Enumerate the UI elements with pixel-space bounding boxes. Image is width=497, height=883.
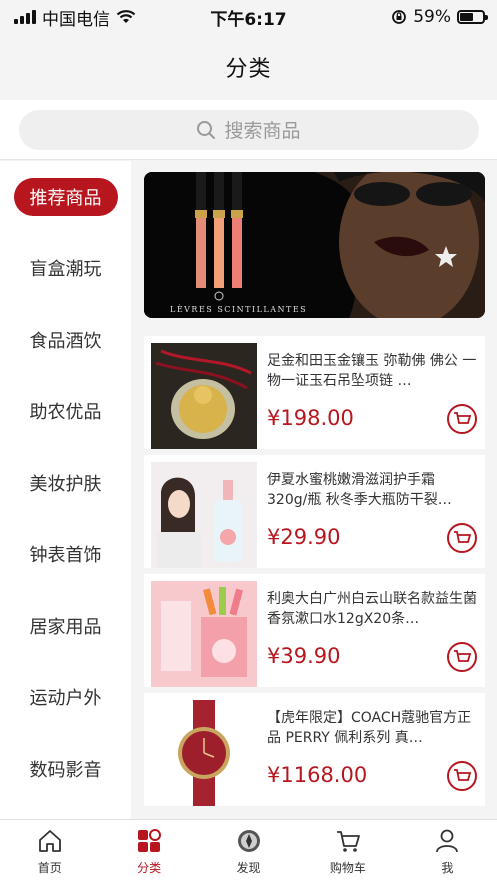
orientation-lock-icon (392, 10, 407, 24)
tab-bar: 首页 分类 发现 购物车 我 (0, 819, 497, 883)
status-time: 下午6:17 (210, 9, 287, 30)
tab-cart[interactable]: 购物车 (298, 820, 397, 883)
sidebar-item-beauty[interactable]: 美妆护肤 (0, 447, 131, 519)
tab-label: 我 (441, 860, 454, 875)
product-image (151, 700, 257, 806)
tab-label: 发现 (236, 860, 261, 875)
tab-label: 购物车 (329, 860, 366, 875)
search-bar: 搜索商品 (0, 100, 497, 160)
sidebar-item-label: 居家用品 (29, 616, 102, 638)
product-price: ¥29.90 (267, 525, 341, 549)
sidebar-item-label: 钟表首饰 (29, 545, 102, 567)
tab-label: 首页 (37, 860, 62, 875)
page-title: 分类 (225, 57, 272, 82)
sidebar-item-recommended[interactable]: 推荐商品 (0, 161, 131, 233)
status-left: 中国电信 (14, 5, 136, 30)
tab-me[interactable]: 我 (398, 820, 497, 883)
product-card[interactable]: 【虎年限定】COACH蔻驰官方正品 PERRY 佩利系列 真… ¥1168.00 (144, 693, 485, 806)
product-image (151, 462, 257, 568)
sidebar-item-label: 美妆护肤 (29, 473, 102, 495)
battery-icon (457, 10, 488, 24)
battery-percent: 59% (413, 7, 451, 27)
product-card[interactable]: 利奥大白广州白云山联名款益生菌香氛漱口水12gX20条… ¥39.90 (144, 574, 485, 687)
signal-icon (14, 10, 36, 24)
sidebar-item-sports[interactable]: 运动户外 (0, 662, 131, 734)
sidebar-item-label: 助农优品 (29, 402, 102, 424)
product-image (151, 343, 257, 449)
cart-icon (454, 650, 471, 662)
product-info: 利奥大白广州白云山联名款益生菌香氛漱口水12gX20条… ¥39.90 (257, 581, 477, 680)
product-price: ¥1168.00 (267, 763, 368, 787)
tab-category[interactable]: 分类 (99, 820, 198, 883)
cart-icon (454, 531, 471, 543)
nav-bar: 分类 (0, 34, 497, 100)
category-sidebar: 推荐商品 盲盒潮玩 食品酒饮 助农优品 美妆护肤 钟表首饰 居家用品 运动户外 … (0, 161, 131, 819)
add-to-cart-button[interactable] (447, 642, 477, 672)
product-name: 足金和田玉金镶玉 弥勒佛 佛公 一物一证玉石吊坠项链 … (267, 353, 477, 389)
tab-discover[interactable]: 发现 (199, 820, 298, 883)
product-card[interactable]: 足金和田玉金镶玉 弥勒佛 佛公 一物一证玉石吊坠项链 … ¥198.00 (144, 336, 485, 449)
product-price: ¥198.00 (267, 406, 354, 430)
product-info: 【虎年限定】COACH蔻驰官方正品 PERRY 佩利系列 真… ¥1168.00 (257, 700, 477, 799)
product-card[interactable]: 伊夏水蜜桃嫩滑滋润护手霜 320g/瓶 秋冬季大瓶防干裂… ¥29.90 (144, 455, 485, 568)
promo-banner[interactable]: LÈVRES SCINTILLANTES (144, 172, 485, 318)
carrier-label: 中国电信 (42, 9, 110, 30)
sidebar-item-home[interactable]: 居家用品 (0, 590, 131, 662)
product-name: 利奥大白广州白云山联名款益生菌香氛漱口水12gX20条… (267, 591, 477, 627)
sidebar-item-blind-box[interactable]: 盲盒潮玩 (0, 233, 131, 305)
search-input[interactable]: 搜索商品 (18, 109, 479, 150)
add-to-cart-button[interactable] (447, 523, 477, 553)
sidebar-item-label: 运动户外 (29, 688, 102, 710)
sidebar-item-label: 推荐商品 (13, 177, 118, 216)
category-icon (138, 828, 162, 852)
cart-icon (454, 769, 471, 781)
search-icon (197, 120, 216, 139)
sidebar-item-label: 食品酒饮 (29, 330, 102, 352)
status-right: 59% (391, 7, 488, 27)
add-to-cart-button[interactable] (447, 404, 477, 434)
home-icon (38, 829, 61, 852)
banner-image (144, 172, 485, 318)
tab-label: 分类 (137, 860, 162, 875)
product-image (151, 581, 257, 687)
cart-icon (336, 830, 360, 852)
product-price: ¥39.90 (267, 644, 341, 668)
sidebar-item-agriculture[interactable]: 助农优品 (0, 376, 131, 448)
wifi-icon (116, 10, 136, 23)
tab-home[interactable]: 首页 (0, 820, 99, 883)
add-to-cart-button[interactable] (447, 761, 477, 791)
cart-icon (454, 412, 471, 424)
sidebar-item-watches-jewelry[interactable]: 钟表首饰 (0, 519, 131, 591)
sidebar-item-label: 盲盒潮玩 (29, 259, 102, 281)
sidebar-item-label: 数码影音 (29, 759, 102, 781)
sidebar-item-food-drinks[interactable]: 食品酒饮 (0, 304, 131, 376)
product-info: 伊夏水蜜桃嫩滑滋润护手霜 320g/瓶 秋冬季大瓶防干裂… ¥29.90 (257, 462, 477, 561)
sidebar-item-digital[interactable]: 数码影音 (0, 733, 131, 805)
product-name: 伊夏水蜜桃嫩滑滋润护手霜 320g/瓶 秋冬季大瓶防干裂… (267, 472, 452, 508)
product-name: 【虎年限定】COACH蔻驰官方正品 PERRY 佩利系列 真… (267, 710, 472, 746)
user-icon (436, 829, 459, 852)
banner-caption: LÈVRES SCINTILLANTES (170, 305, 308, 314)
product-info: 足金和田玉金镶玉 弥勒佛 佛公 一物一证玉石吊坠项链 … ¥198.00 (257, 343, 477, 442)
discover-icon (237, 829, 260, 852)
status-bar: 中国电信 下午6:17 59% (0, 0, 497, 34)
product-content: LÈVRES SCINTILLANTES 足金和田玉金镶玉 弥勒佛 佛公 一物一… (131, 161, 497, 819)
search-placeholder: 搜索商品 (224, 120, 301, 142)
